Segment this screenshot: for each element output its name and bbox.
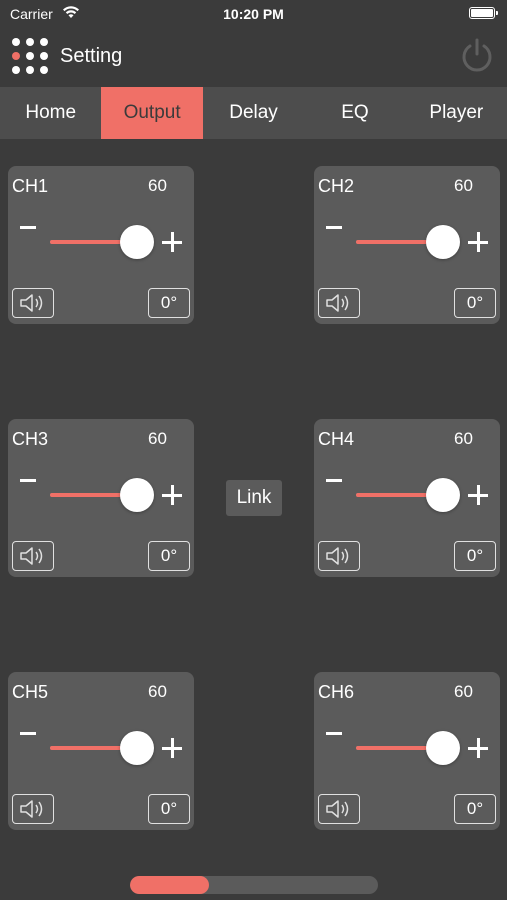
channel-card-3: CH3 60 0° [8, 419, 194, 577]
channel-name: CH4 [318, 429, 355, 449]
phase-button[interactable]: 0° [454, 288, 496, 318]
volume-increase-button[interactable] [162, 485, 182, 505]
speaker-mute-button[interactable] [318, 794, 360, 824]
battery-icon [469, 7, 498, 19]
volume-slider[interactable] [356, 478, 460, 512]
volume-slider[interactable] [50, 731, 154, 765]
channel-name: CH3 [12, 429, 49, 449]
tab-output[interactable]: Output [101, 87, 203, 139]
channel-name: CH2 [318, 176, 355, 196]
volume-increase-button[interactable] [162, 738, 182, 758]
channel-volume-value: 60 [454, 176, 473, 195]
volume-decrease-button[interactable] [326, 732, 342, 735]
speaker-mute-button[interactable] [12, 541, 54, 571]
channel-card-1: CH1 60 0° [8, 166, 194, 324]
channel-volume-value: 60 [148, 176, 167, 195]
channel-volume-value: 60 [148, 682, 167, 701]
volume-increase-button[interactable] [162, 232, 182, 252]
volume-increase-button[interactable] [468, 232, 488, 252]
channel-card-4: CH4 60 0° [314, 419, 500, 577]
channel-volume-value: 60 [454, 682, 473, 701]
page-indicator[interactable] [130, 876, 378, 894]
speaker-mute-button[interactable] [12, 794, 54, 824]
clock: 10:20 PM [223, 6, 284, 22]
channel-card-6: CH6 60 0° [314, 672, 500, 830]
tab-delay[interactable]: Delay [203, 87, 304, 139]
volume-decrease-button[interactable] [326, 479, 342, 482]
channel-card-5: CH5 60 0° [8, 672, 194, 830]
page-title: Setting [60, 45, 123, 67]
phase-button[interactable]: 0° [454, 541, 496, 571]
tab-home[interactable]: Home [0, 87, 101, 139]
volume-decrease-button[interactable] [326, 226, 342, 229]
status-bar: Carrier 10:20 PM [0, 0, 507, 28]
volume-slider-thumb[interactable] [119, 731, 154, 765]
volume-slider[interactable] [356, 731, 460, 765]
volume-decrease-button[interactable] [20, 732, 36, 735]
volume-increase-button[interactable] [468, 485, 488, 505]
volume-slider[interactable] [356, 225, 460, 259]
speaker-mute-button[interactable] [12, 288, 54, 318]
power-icon[interactable] [459, 37, 495, 75]
dot-grid-icon[interactable] [12, 38, 48, 74]
page-indicator-fill [130, 876, 210, 894]
volume-slider[interactable] [50, 225, 154, 259]
volume-slider-thumb[interactable] [425, 225, 460, 259]
link-button[interactable]: Link [226, 480, 282, 516]
volume-decrease-button[interactable] [20, 479, 36, 482]
volume-increase-button[interactable] [468, 738, 488, 758]
channel-volume-value: 60 [148, 429, 167, 448]
channel-name: CH6 [318, 682, 355, 702]
volume-slider-thumb[interactable] [119, 478, 154, 512]
app-header: Setting [0, 28, 507, 86]
phase-button[interactable]: 0° [148, 288, 190, 318]
phase-button[interactable]: 0° [148, 541, 190, 571]
volume-decrease-button[interactable] [20, 226, 36, 229]
tab-bar: Home Output Delay EQ Player [0, 87, 507, 139]
volume-slider-thumb[interactable] [425, 731, 460, 765]
volume-slider[interactable] [50, 478, 154, 512]
phase-button[interactable]: 0° [148, 794, 190, 824]
channel-card-2: CH2 60 0° [314, 166, 500, 324]
tab-player[interactable]: Player [406, 87, 507, 139]
phase-button[interactable]: 0° [454, 794, 496, 824]
speaker-mute-button[interactable] [318, 541, 360, 571]
tab-eq[interactable]: EQ [304, 87, 405, 139]
channel-volume-value: 60 [454, 429, 473, 448]
volume-slider-thumb[interactable] [119, 225, 154, 259]
channel-name: CH1 [12, 176, 49, 196]
speaker-mute-button[interactable] [318, 288, 360, 318]
volume-slider-thumb[interactable] [425, 478, 460, 512]
channel-name: CH5 [12, 682, 49, 702]
